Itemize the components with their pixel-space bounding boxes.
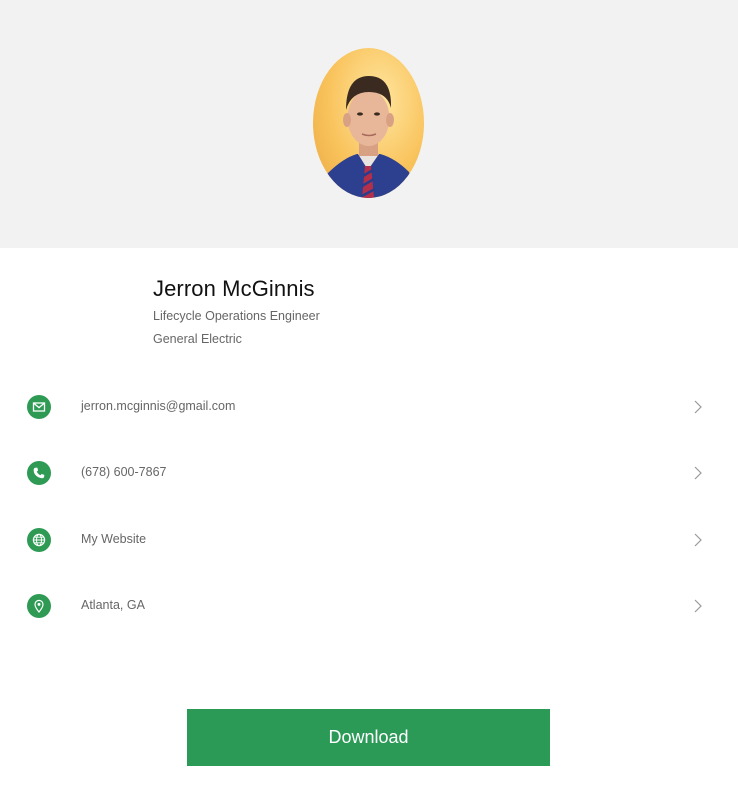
profile-company: General Electric (153, 332, 242, 346)
profile-header (0, 0, 738, 248)
profile-name: Jerron McGinnis (153, 276, 315, 301)
globe-icon (27, 528, 51, 552)
contact-label-email: jerron.mcginnis@gmail.com (81, 399, 236, 413)
avatar (313, 48, 424, 198)
email-icon (27, 395, 51, 419)
contact-label-location: Atlanta, GA (81, 598, 145, 612)
download-button[interactable]: Download (187, 709, 550, 766)
chevron-right-icon (692, 598, 704, 614)
contact-row-website[interactable]: My Website (0, 517, 738, 563)
chevron-right-icon (692, 399, 704, 415)
chevron-right-icon (692, 532, 704, 548)
location-pin-icon (27, 594, 51, 618)
phone-icon (27, 461, 51, 485)
contact-row-phone[interactable]: (678) 600-7867 (0, 450, 738, 496)
contact-row-email[interactable]: jerron.mcginnis@gmail.com (0, 384, 738, 430)
chevron-right-icon (692, 465, 704, 481)
contact-label-phone: (678) 600-7867 (81, 465, 167, 479)
contact-label-website: My Website (81, 532, 147, 546)
profile-title: Lifecycle Operations Engineer (153, 309, 320, 323)
contact-row-location[interactable]: Atlanta, GA (0, 583, 738, 629)
